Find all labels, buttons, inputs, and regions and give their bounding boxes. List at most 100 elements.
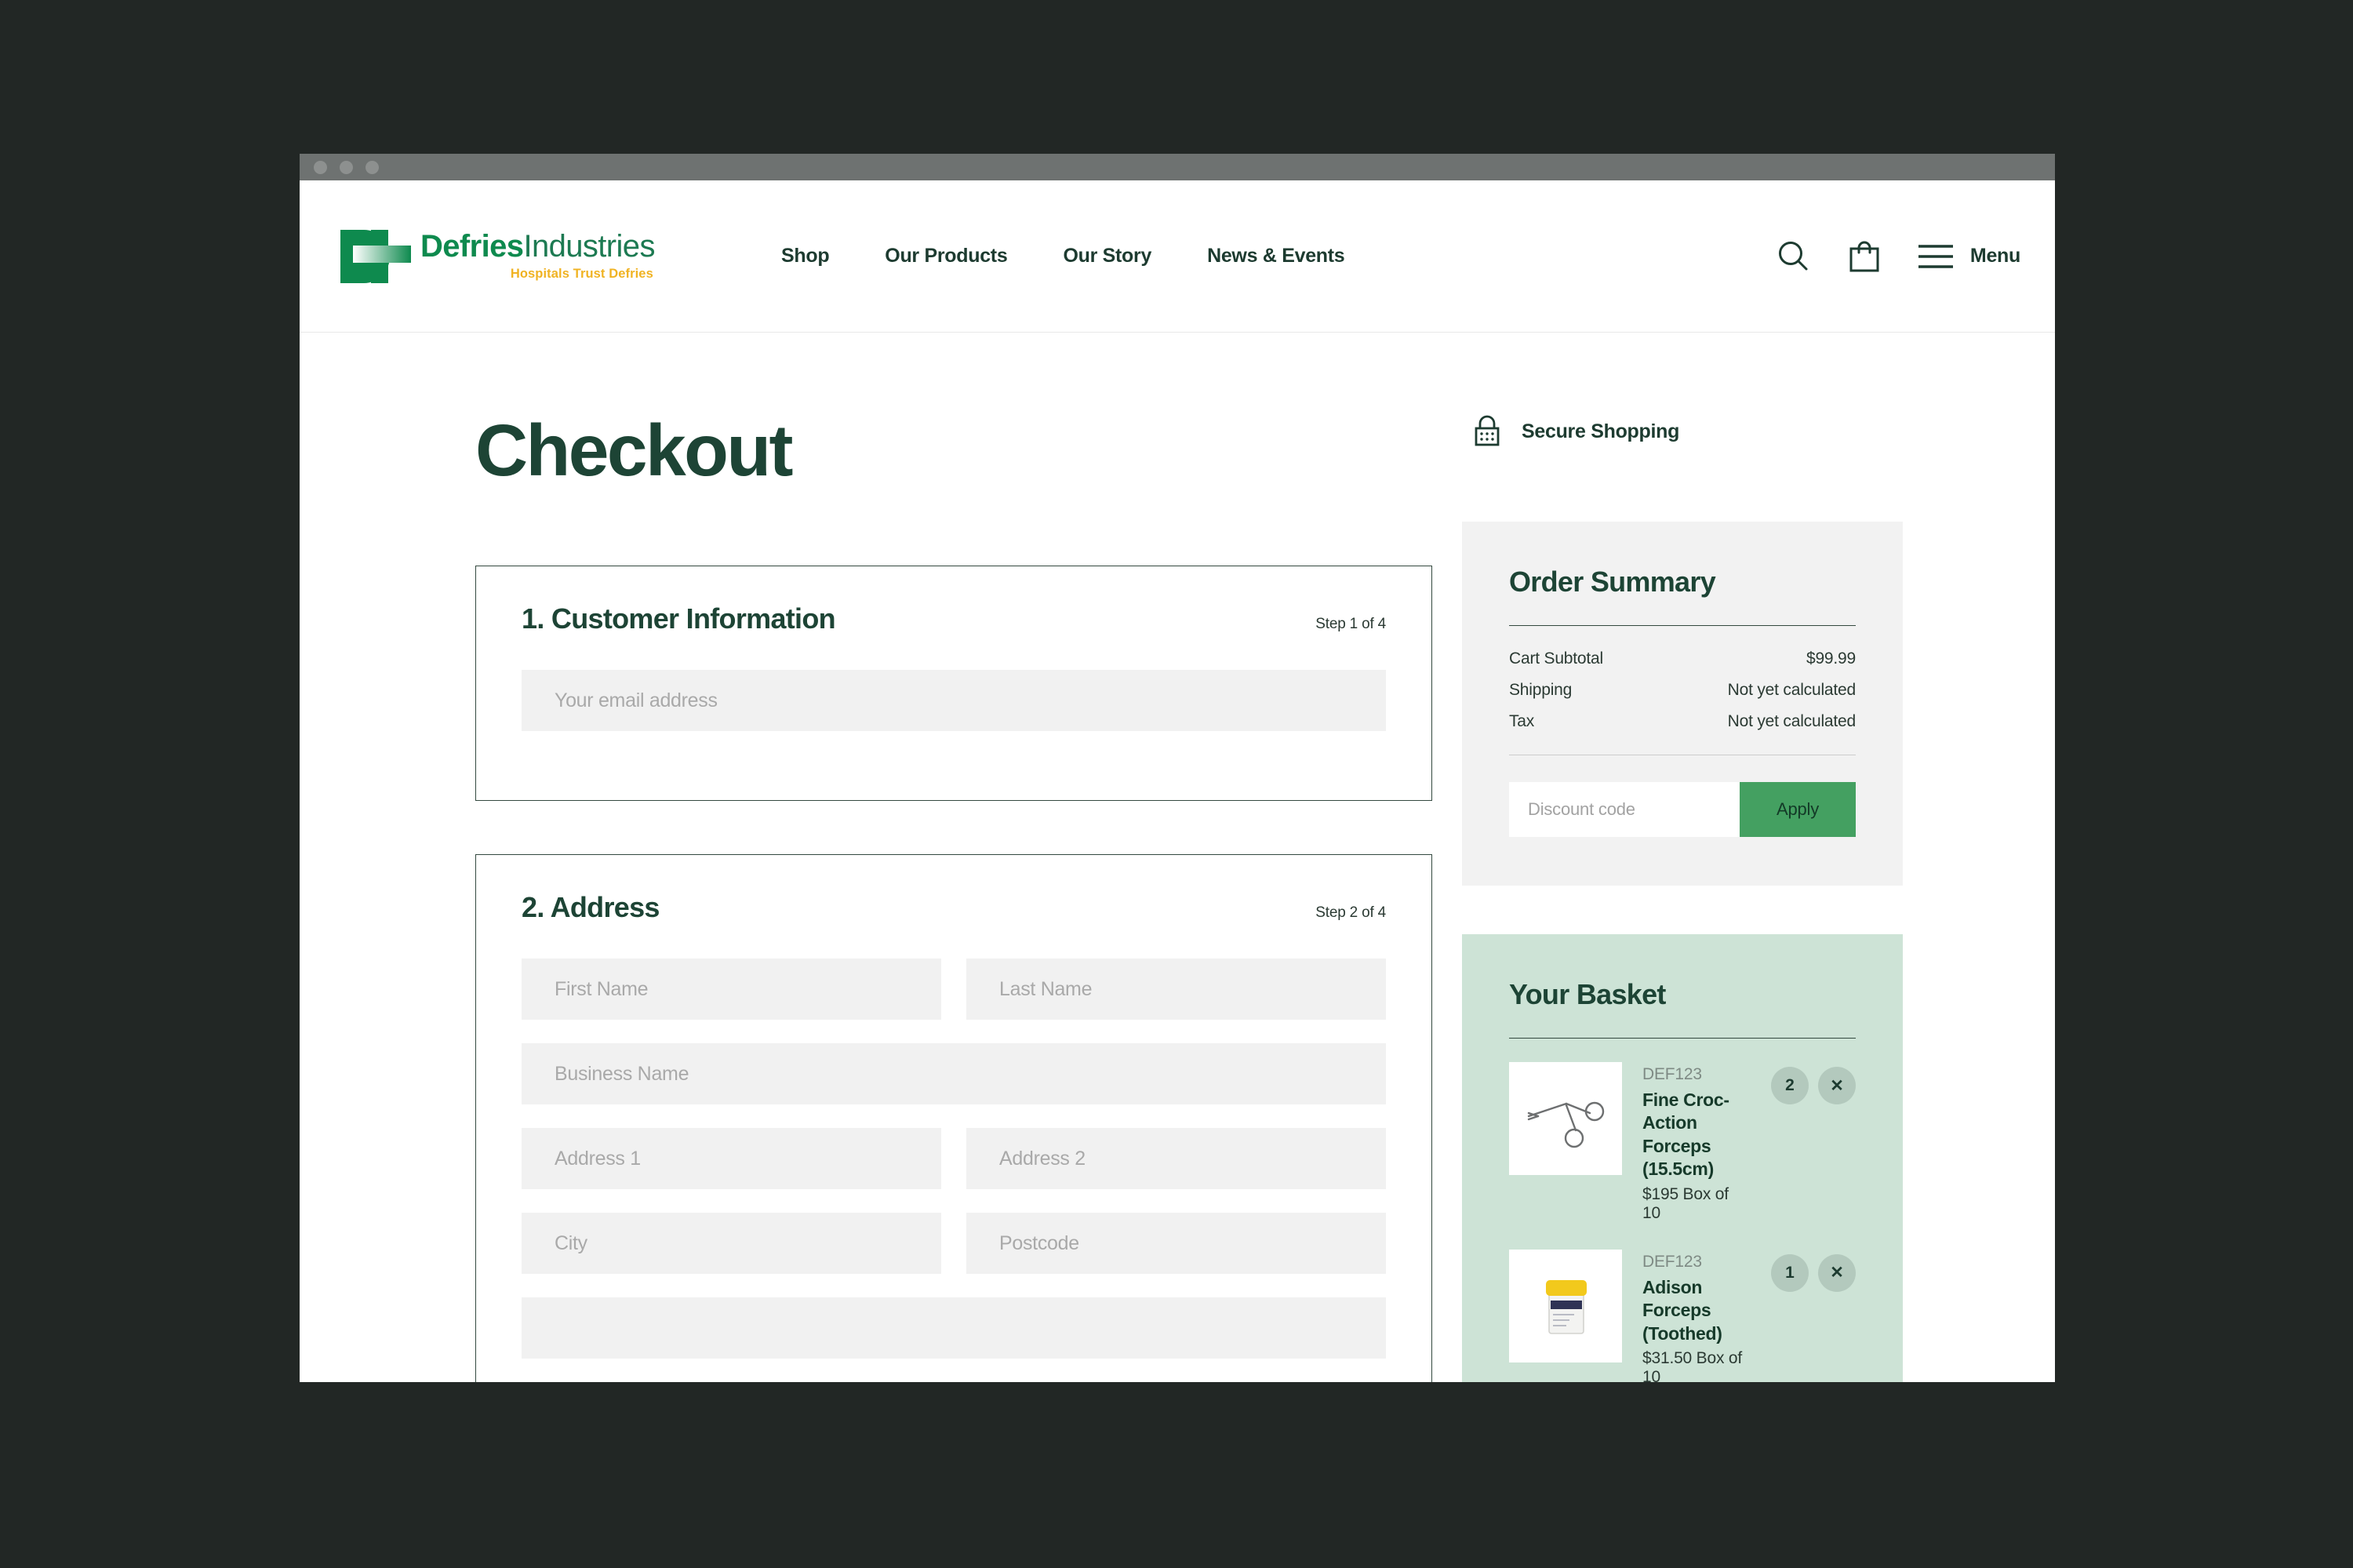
summary-row-shipping: Shipping Not yet calculated — [1509, 681, 1856, 700]
address-1-field[interactable]: Address 1 — [522, 1128, 941, 1189]
business-name-placeholder: Business Name — [555, 1062, 689, 1085]
divider — [1509, 625, 1856, 626]
section-title: 1. Customer Information — [522, 602, 836, 635]
quantity-badge[interactable]: 1 — [1771, 1253, 1809, 1292]
header-actions: Menu — [1774, 238, 2020, 275]
section-customer-information: 1. Customer Information Step 1 of 4 Your… — [475, 566, 1432, 801]
window-close-dot[interactable] — [314, 160, 327, 174]
summary-value: Not yet calculated — [1727, 681, 1857, 699]
first-name-field[interactable]: First Name — [522, 959, 941, 1020]
discount-code-row: Discount code Apply — [1509, 782, 1856, 837]
logo-brand-light: Industries — [523, 229, 655, 264]
summary-label: Tax — [1509, 712, 1535, 730]
summary-row-subtotal: Cart Subtotal $99.99 — [1509, 649, 1856, 668]
quantity-badge[interactable]: 2 — [1771, 1067, 1809, 1104]
hamburger-menu-icon — [1918, 244, 1953, 268]
section-address: 2. Address Step 2 of 4 First Name Last N… — [475, 854, 1432, 1382]
product-sku: DEF123 — [1642, 1252, 1702, 1271]
product-name: Fine Croc-Action Forceps (15.5cm) — [1642, 1090, 1729, 1180]
name-row: First Name Last Name — [522, 959, 1386, 1020]
business-name-field[interactable]: Business Name — [522, 1043, 1386, 1104]
product-name: Adison Forceps (Toothed) — [1642, 1276, 1722, 1344]
section-header: 1. Customer Information Step 1 of 4 — [522, 602, 1386, 635]
remove-item-button[interactable]: ✕ — [1818, 1253, 1856, 1292]
product-thumbnail[interactable] — [1509, 1249, 1622, 1362]
search-button[interactable] — [1774, 238, 1812, 275]
address-row: Address 1 Address 2 — [522, 1128, 1386, 1189]
city-postcode-row: City Postcode — [522, 1213, 1386, 1274]
extra-address-field[interactable] — [522, 1297, 1386, 1359]
cart-button[interactable] — [1846, 238, 1882, 275]
summary-row-tax: Tax Not yet calculated — [1509, 712, 1856, 731]
main-navigation: Shop Our Products Our Story News & Event… — [781, 245, 1345, 267]
secure-shopping-badge: Secure Shopping — [1462, 414, 1903, 449]
summary-label: Shipping — [1509, 681, 1573, 699]
email-placeholder: Your email address — [555, 689, 718, 711]
site-logo[interactable]: DefriesIndustries Hospitals Trust Defrie… — [334, 225, 687, 288]
order-summary-title: Order Summary — [1509, 566, 1716, 598]
nav-item-our-products[interactable]: Our Products — [885, 245, 1007, 267]
page-viewport: DefriesIndustries Hospitals Trust Defrie… — [300, 180, 2055, 1382]
section-step-indicator: Step 2 of 4 — [1315, 904, 1386, 921]
window-titlebar — [300, 154, 2055, 180]
basket-item: DEF123 Adison Forceps (Toothed) $31.50 B… — [1509, 1249, 1856, 1382]
forceps-photo — [1527, 1101, 1605, 1148]
postcode-placeholder: Postcode — [999, 1231, 1079, 1254]
logo-wordmark: DefriesIndustries — [420, 231, 655, 262]
site-header: DefriesIndustries Hospitals Trust Defrie… — [300, 180, 2055, 333]
city-placeholder: City — [555, 1231, 587, 1254]
browser-window: DefriesIndustries Hospitals Trust Defrie… — [300, 154, 2055, 1382]
padlock-icon — [1475, 415, 1500, 446]
secure-shopping-label: Secure Shopping — [1522, 420, 1680, 442]
menu-label: Menu — [1969, 245, 2020, 267]
remove-item-button[interactable]: ✕ — [1818, 1067, 1856, 1104]
basket-item: DEF123 Fine Croc-Action Forceps (15.5cm)… — [1509, 1062, 1856, 1223]
product-info: DEF123 Adison Forceps (Toothed) $31.50 B… — [1642, 1250, 1751, 1382]
defries-cross-logo-icon — [340, 229, 411, 283]
discount-code-placeholder: Discount code — [1528, 799, 1635, 819]
your-basket-panel: Your Basket DEF123 Fine Croc-Action Forc… — [1462, 934, 1903, 1382]
discount-code-input[interactable]: Discount code — [1509, 782, 1740, 837]
first-name-placeholder: First Name — [555, 977, 649, 1000]
address-2-field[interactable]: Address 2 — [966, 1128, 1386, 1189]
summary-label: Cart Subtotal — [1509, 649, 1603, 668]
product-info: DEF123 Fine Croc-Action Forceps (15.5cm)… — [1642, 1062, 1751, 1223]
menu-button[interactable]: Menu — [1917, 242, 2020, 271]
window-maximize-dot[interactable] — [365, 160, 379, 174]
address-2-placeholder: Address 2 — [999, 1147, 1086, 1170]
item-controls: 2 ✕ — [1771, 1062, 1856, 1104]
checkout-forms-column: Checkout 1. Customer Information Step 1 … — [334, 414, 1432, 1382]
last-name-field[interactable]: Last Name — [966, 959, 1386, 1020]
shopping-bag-icon — [1849, 241, 1879, 271]
postcode-field[interactable]: Postcode — [966, 1213, 1386, 1274]
address-1-placeholder: Address 1 — [555, 1147, 641, 1170]
product-thumbnail[interactable] — [1509, 1062, 1622, 1175]
nav-item-shop[interactable]: Shop — [781, 245, 830, 267]
your-basket-title: Your Basket — [1509, 978, 1666, 1010]
window-minimize-dot[interactable] — [340, 160, 353, 174]
page-body: Checkout 1. Customer Information Step 1 … — [300, 333, 2055, 1382]
checkout-layout: Checkout 1. Customer Information Step 1 … — [334, 333, 2020, 1382]
section-title: 2. Address — [522, 891, 660, 923]
summary-value: $99.99 — [1806, 649, 1856, 668]
email-field[interactable]: Your email address — [522, 670, 1386, 731]
search-icon — [1778, 241, 1808, 270]
item-controls: 1 ✕ — [1771, 1250, 1856, 1292]
section-header: 2. Address Step 2 of 4 — [522, 891, 1386, 924]
nav-item-our-story[interactable]: Our Story — [1063, 245, 1151, 267]
last-name-placeholder: Last Name — [999, 977, 1093, 1000]
nav-item-news-events[interactable]: News & Events — [1207, 245, 1345, 267]
page-title: Checkout — [475, 409, 794, 491]
specimen-jar-photo — [1546, 1279, 1587, 1334]
section-step-indicator: Step 1 of 4 — [1315, 616, 1386, 632]
logo-brand-bold: Defries — [420, 229, 524, 264]
apply-discount-button[interactable]: Apply — [1740, 782, 1856, 837]
order-summary-panel: Order Summary Cart Subtotal $99.99 Shipp… — [1462, 522, 1903, 886]
city-field[interactable]: City — [522, 1213, 941, 1274]
product-sku: DEF123 — [1642, 1065, 1702, 1083]
product-price: $195 Box of 10 — [1642, 1184, 1729, 1222]
summary-value: Not yet calculated — [1727, 712, 1857, 730]
checkout-sidebar-column: Secure Shopping Order Summary Cart Subto… — [1432, 414, 1903, 1382]
product-price: $31.50 Box of 10 — [1642, 1349, 1742, 1382]
divider — [1509, 1038, 1856, 1039]
